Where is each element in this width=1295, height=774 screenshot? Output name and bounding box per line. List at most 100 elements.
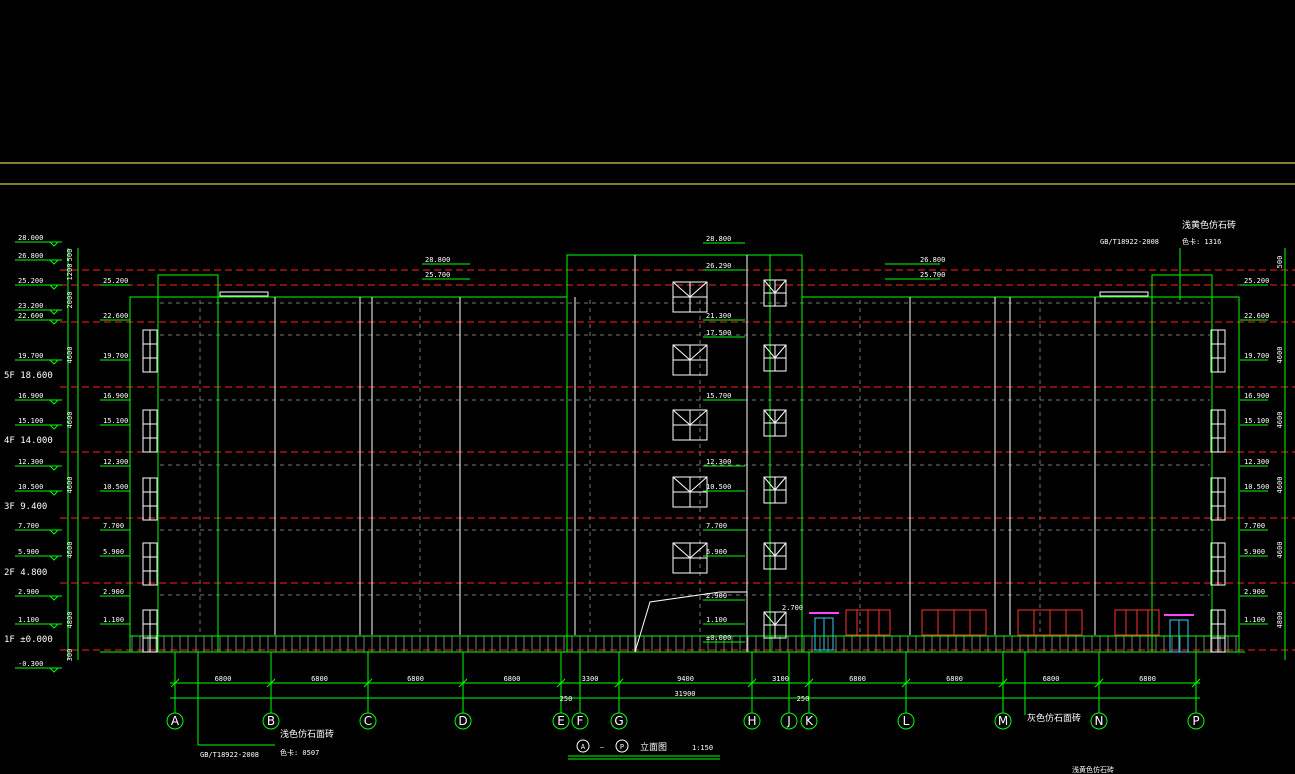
roof-elevation: 25.700 — [425, 271, 450, 279]
elevation-mark-inner: 22.600 — [103, 312, 128, 320]
elevation-mark-right: 5.900 — [1244, 548, 1265, 556]
right-wing-outline — [801, 296, 1240, 653]
elevation-mark-inner: 25.200 — [103, 277, 128, 285]
bay-dimension: 6800 — [407, 675, 424, 683]
elevation-mark-left: 5.900 — [18, 548, 39, 556]
elevation-mark-left: 22.600 — [18, 312, 43, 320]
elevation-mark-inner: 5.900 — [103, 548, 124, 556]
elevation-triangle — [49, 399, 59, 405]
axis-label-C: C — [364, 714, 372, 728]
elevation-triangle — [49, 284, 59, 290]
axis-label-E: E — [557, 714, 565, 728]
elevation-mark-right: 12.300 — [1244, 458, 1269, 466]
elevation-mark-inner: 19.700 — [103, 352, 128, 360]
axis-label-J: J — [786, 714, 791, 728]
vertical-dimension: 4800 — [1276, 612, 1284, 629]
vertical-dimension: 4600 — [66, 412, 74, 429]
window-sash — [689, 344, 708, 361]
material-note: 浅色仿石面砖 — [280, 728, 334, 740]
axis-label-P: P — [1192, 714, 1199, 728]
window-sash — [774, 542, 787, 557]
elevation-mark-right: 25.200 — [1244, 277, 1269, 285]
vertical-dimension: 4600 — [66, 477, 74, 494]
axis-label-H: H — [747, 714, 756, 728]
window-sash — [672, 344, 691, 361]
elevation-mark-right: 1.100 — [1244, 616, 1265, 624]
vertical-dimension: 4800 — [66, 612, 74, 629]
sub-dimension: 250 — [560, 695, 573, 703]
roof-elevation: 25.700 — [920, 271, 945, 279]
elevation-mark-right: 2.900 — [1244, 588, 1265, 596]
bay-dimension: 6800 — [849, 675, 866, 683]
elevation-mark-left: 28.000 — [18, 234, 43, 242]
axis-label-M: M — [998, 714, 1008, 728]
right-roof-vent — [1099, 291, 1149, 297]
elevation-mark-inner: 2.900 — [103, 588, 124, 596]
center-tower-outline — [566, 254, 803, 653]
material-note: 浅黄色仿石砖 — [1182, 219, 1236, 231]
elevation-triangle — [49, 241, 59, 247]
bay-dimension: 6800 — [215, 675, 232, 683]
floor-label: 5F 18.600 — [4, 371, 53, 381]
elevation-triangle — [49, 490, 59, 496]
door-elevation: 2.700 — [782, 604, 803, 612]
window-sash — [672, 542, 691, 559]
elevation-mark-center: 1.100 — [706, 616, 727, 624]
elevation-triangle — [49, 595, 59, 601]
elevation-mark-right: 22.600 — [1244, 312, 1269, 320]
vertical-dimension: 2000 — [66, 292, 74, 309]
color-card: 色卡: 0507 — [280, 748, 319, 757]
axis-label-A: A — [171, 714, 180, 728]
axis-label-B: B — [267, 714, 275, 728]
elevation-triangle — [49, 424, 59, 430]
axis-label-D: D — [458, 714, 467, 728]
elevation-mark-center: 10.500 — [706, 483, 731, 491]
material-standard: GB/T18922-2008 — [200, 751, 259, 759]
vertical-dimension: 4600 — [1276, 477, 1284, 494]
axis-label-K: K — [805, 714, 814, 728]
floor-label: 4F 14.000 — [4, 436, 53, 446]
elevation-mark-left: 23.200 — [18, 302, 43, 310]
color-card: 色卡: 1316 — [1182, 237, 1221, 246]
elevation-mark-center: 26.290 — [706, 262, 731, 270]
elevation-mark-right: 15.100 — [1244, 417, 1269, 425]
elevation-mark-inner: 10.500 — [103, 483, 128, 491]
elevation-mark-center: 15.700 — [706, 392, 731, 400]
bay-dimension: 6800 — [504, 675, 521, 683]
title-from: A — [581, 743, 586, 751]
vertical-dimension: 4600 — [66, 347, 74, 364]
elevation-mark-center: 12.300 — [706, 458, 731, 466]
elevation-mark-center: ±0.000 — [706, 634, 731, 642]
bay-dimension: 6800 — [1139, 675, 1156, 683]
elevation-mark-inner: 1.100 — [103, 616, 124, 624]
bay-dimension: 6800 — [311, 675, 328, 683]
material-note: 灰色仿石面砖 — [1027, 712, 1081, 724]
window-sash — [774, 476, 787, 491]
roof-elevation: 28.800 — [425, 256, 450, 264]
window-sash — [774, 344, 787, 359]
elevation-mark-right: 19.700 — [1244, 352, 1269, 360]
window-sash — [774, 409, 787, 424]
axis-label-F: F — [577, 714, 584, 728]
title-to: P — [620, 743, 624, 751]
bay-dimension: 3300 — [582, 675, 599, 683]
floor-label: 1F ±0.000 — [4, 635, 53, 645]
elevation-mark-left: 7.700 — [18, 522, 39, 530]
elevation-triangle — [49, 309, 59, 315]
elevation-mark-right: 10.500 — [1244, 483, 1269, 491]
elevation-mark-center: 17.500 — [706, 329, 731, 337]
elevation-mark-center: 28.800 — [706, 235, 731, 243]
vertical-dimension: 4600 — [1276, 347, 1284, 364]
sub-dimension: 250 — [797, 695, 810, 703]
material-note: 浅黄色仿石砖 — [1072, 765, 1114, 774]
elevation-triangle — [49, 465, 59, 471]
elevation-mark-left: 12.300 — [18, 458, 43, 466]
elevation-mark-inner: 12.300 — [103, 458, 128, 466]
elevation-mark-center: 2.900 — [706, 592, 727, 600]
floor-label: 2F 4.800 — [4, 568, 47, 578]
floor-label: 3F 9.400 — [4, 502, 47, 512]
vertical-dimension: 300 — [66, 649, 74, 662]
elevation-mark-right: 7.700 — [1244, 522, 1265, 530]
bay-dimension: 9400 — [677, 675, 694, 683]
elevation-mark-inner: 16.900 — [103, 392, 128, 400]
